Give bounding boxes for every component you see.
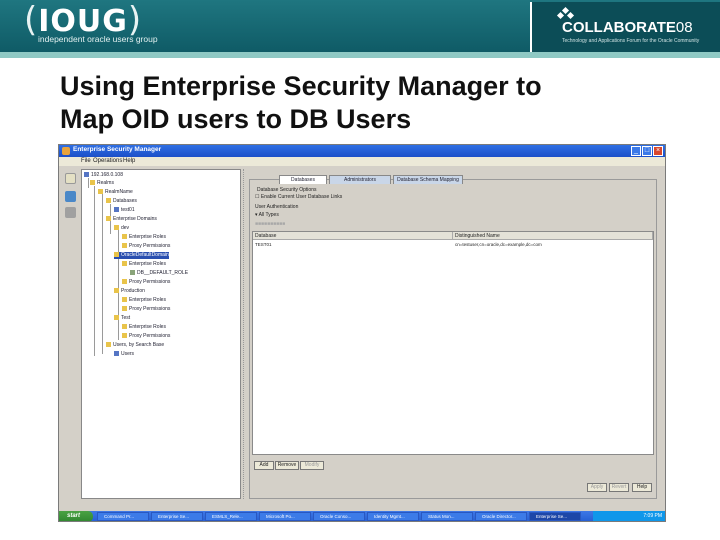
menu-file[interactable]: File bbox=[81, 158, 91, 164]
tree-node-enterprise-roles[interactable]: Enterprise Roles bbox=[122, 261, 166, 268]
tree-node-databases[interactable]: Databases bbox=[106, 198, 137, 205]
tree-node-domain[interactable]: dev bbox=[114, 225, 129, 232]
tree-node-users-by-search-base[interactable]: Users, by Search Base bbox=[106, 342, 164, 349]
collaborate-wordmark: COLLABORATE08 bbox=[562, 19, 693, 36]
modify-button[interactable]: Modify bbox=[300, 461, 324, 470]
column-header-distinguished-name[interactable]: Distinguished Name bbox=[453, 232, 653, 240]
navigator-tree: 192.168.0.108 Realms RealmName Databases… bbox=[81, 169, 241, 499]
system-tray: 7:09 PM bbox=[593, 511, 665, 521]
tab-databases[interactable]: Databases bbox=[279, 175, 327, 184]
table-cell-database[interactable]: TEST01 bbox=[253, 241, 272, 248]
database-security-options-label: Database Security Options bbox=[257, 187, 317, 193]
tree-node-realms[interactable]: Realms bbox=[90, 180, 114, 187]
column-header-database[interactable]: Database bbox=[253, 232, 453, 240]
tree-node-proxy-permissions[interactable]: Proxy Permissions bbox=[122, 279, 170, 286]
current-user-links-checkbox[interactable]: ☐ Enable Current User Database Links bbox=[255, 194, 342, 200]
tree-node-proxy-permissions[interactable]: Proxy Permissions bbox=[122, 243, 170, 250]
minimize-button[interactable]: _ bbox=[631, 146, 641, 156]
menu-help[interactable]: Help bbox=[123, 158, 135, 164]
slide: (IOUG) independent oracle users group CO… bbox=[0, 0, 720, 540]
collaborate-tagline: Technology and Applications Forum for th… bbox=[562, 38, 700, 44]
taskbar-item[interactable]: Enterprise Se... bbox=[151, 512, 203, 521]
tree-node-enterprise-domains[interactable]: Enterprise Domains bbox=[106, 216, 157, 223]
tree-node-default-domain[interactable]: OracleDefaultDomain bbox=[114, 252, 169, 259]
taskbar-item[interactable]: ESMLS_Rele... bbox=[205, 512, 257, 521]
start-button[interactable]: start bbox=[59, 511, 93, 521]
table-cell-dn[interactable]: cn=testuser,cn=oracle,dc=example,dc=com bbox=[453, 241, 542, 248]
menu-bar: File Operations Help bbox=[59, 157, 665, 166]
tree-node-enterprise-roles[interactable]: Enterprise Roles bbox=[122, 297, 166, 304]
database-icon[interactable] bbox=[65, 191, 76, 202]
header-stripe bbox=[0, 52, 720, 58]
menu-operations[interactable]: Operations bbox=[93, 158, 122, 164]
user-authentication-label: User Authentication bbox=[255, 204, 299, 210]
taskbar: start Command Pr... Enterprise Se... ESM… bbox=[59, 511, 665, 521]
header-banner: (IOUG) independent oracle users group CO… bbox=[0, 0, 720, 52]
tree-node-realm[interactable]: RealmName bbox=[98, 189, 133, 196]
taskbar-item-active[interactable]: Enterprise Se... bbox=[529, 512, 581, 521]
tab-database-schema-mapping[interactable]: Database Schema Mapping bbox=[393, 175, 463, 184]
tab-administrators[interactable]: Administrators bbox=[329, 175, 391, 184]
tree-node-enterprise-roles[interactable]: Enterprise Roles bbox=[122, 234, 166, 241]
tree-node-database[interactable]: test01 bbox=[114, 207, 135, 214]
database-mapping-table: Database Distinguished Name TEST01 cn=te… bbox=[252, 231, 654, 455]
taskbar-item[interactable]: Oracle Director... bbox=[475, 512, 527, 521]
tree-node-host[interactable]: 192.168.0.108 bbox=[84, 172, 123, 179]
close-button[interactable]: × bbox=[653, 146, 663, 156]
help-icon[interactable] bbox=[65, 173, 76, 184]
taskbar-clock: 7:09 PM bbox=[643, 513, 662, 519]
ioug-logo: (IOUG) independent oracle users group bbox=[24, 0, 158, 44]
slide-title: Using Enterprise Security Manager to Map… bbox=[60, 71, 542, 134]
apply-button[interactable]: Apply bbox=[587, 483, 607, 492]
tool-icon[interactable] bbox=[65, 207, 76, 218]
user-authentication-select[interactable]: ▾ All Types bbox=[255, 212, 279, 218]
tree-node-users[interactable]: Users bbox=[114, 351, 134, 358]
remove-button[interactable]: Remove bbox=[275, 461, 299, 470]
taskbar-item[interactable]: Microsoft Po... bbox=[259, 512, 311, 521]
window-titlebar[interactable]: Enterprise Security Manager _ □ × bbox=[59, 145, 665, 157]
tree-node-proxy-permissions[interactable]: Proxy Permissions bbox=[122, 306, 170, 313]
taskbar-item[interactable]: Identity Mgmt... bbox=[367, 512, 419, 521]
esm-window: Enterprise Security Manager _ □ × File O… bbox=[58, 144, 666, 522]
window-title: Enterprise Security Manager bbox=[73, 146, 162, 153]
tree-node-domain[interactable]: Test bbox=[114, 315, 130, 322]
maximize-button[interactable]: □ bbox=[642, 146, 652, 156]
revert-button[interactable]: Revert bbox=[609, 483, 629, 492]
tree-node-domain[interactable]: Production bbox=[114, 288, 145, 295]
tool-strip bbox=[61, 169, 79, 499]
taskbar-item[interactable]: Command Pr... bbox=[97, 512, 149, 521]
add-button[interactable]: Add bbox=[254, 461, 274, 470]
tree-node-proxy-permissions[interactable]: Proxy Permissions bbox=[122, 333, 170, 340]
taskbar-item[interactable]: Status Mon... bbox=[421, 512, 473, 521]
help-button[interactable]: Help bbox=[632, 483, 652, 492]
tree-node-role[interactable]: DB__DEFAULT_ROLE bbox=[130, 270, 188, 277]
ioug-logo-subtitle: independent oracle users group bbox=[38, 34, 158, 44]
taskbar-item[interactable]: Oracle Conso... bbox=[313, 512, 365, 521]
pane-splitter[interactable] bbox=[243, 169, 246, 499]
collaborate-logo: COLLABORATE08 Technology and Application… bbox=[530, 2, 720, 52]
app-icon bbox=[62, 147, 70, 155]
tree-node-enterprise-roles[interactable]: Enterprise Roles bbox=[122, 324, 166, 331]
toolbar-disabled: ■■■■■■■■■■ bbox=[255, 221, 286, 227]
